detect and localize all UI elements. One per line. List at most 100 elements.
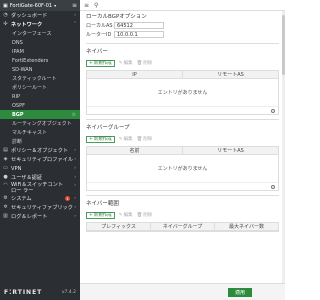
settings-icon[interactable] <box>271 108 275 113</box>
sidebar-item-system[interactable]: ⚙ システム 1 › <box>0 194 80 203</box>
apply-button[interactable]: 適用 <box>228 288 252 297</box>
chevron-right-icon: › <box>74 157 76 162</box>
sidebar-subitem-label: マルチキャスト <box>12 130 48 136</box>
column-header-max-neighbors[interactable]: 最大ネイバー数 <box>215 223 278 230</box>
sidebar-subitem-label: IPAM <box>12 48 24 55</box>
table-header: IP リモートAS <box>87 71 278 79</box>
neighbor-group-create-button[interactable]: + 新規作成 <box>86 135 115 143</box>
search-icon[interactable]: ⚲ <box>94 2 98 9</box>
sidebar-subitem-label: ポリシールート <box>12 85 48 91</box>
neighbor-range-title: ネイバー範囲 <box>86 201 119 207</box>
menu-icon[interactable]: ≡ <box>72 2 77 9</box>
neighbor-range-delete-button[interactable]: 🗑 削除 <box>136 212 153 219</box>
sidebar-subitem-static-route[interactable]: スタティックルート <box>0 74 80 83</box>
sidebar-subitem-label: SD-WAN <box>12 66 33 73</box>
sidebar-subitem-ipam[interactable]: IPAM <box>0 47 80 56</box>
device-header[interactable]: ▣ FortiGate-60F-01 ▾ ≡ <box>0 0 80 11</box>
sidebar-item-vpn[interactable]: ▭ VPN › <box>0 164 80 173</box>
chevron-right-icon: › <box>74 214 76 219</box>
sidebar-subitem-bgp[interactable]: BGP ☆ <box>0 110 80 119</box>
fabric-icon: ✲ <box>3 204 8 210</box>
neighbor-group-edit-button[interactable]: ✎ 編集 <box>118 136 133 143</box>
neighbor-range-table: プレフィックス ネイバーグループ 最大ネイバー数 <box>86 222 279 232</box>
local-as-input[interactable]: 64512 <box>114 22 164 29</box>
device-name: FortiGate-60F-01 <box>9 2 53 9</box>
shield-icon: ◈ <box>3 156 8 162</box>
button-label: 削除 <box>143 137 153 142</box>
sidebar-item-dashboard[interactable]: ◔ ダッシュボード › <box>0 11 80 20</box>
chevron-right-icon: › <box>74 196 76 201</box>
chevron-down-icon: ▾ <box>54 3 57 8</box>
column-header-remote-as[interactable]: リモートAS <box>183 147 278 154</box>
scrollbar[interactable] <box>282 11 285 283</box>
sidebar-subitem-label: スタティックルート <box>12 76 57 82</box>
column-header-prefix[interactable]: プレフィックス <box>87 223 151 230</box>
notification-badge: 1 <box>65 196 70 201</box>
table-header: プレフィックス ネイバーグループ 最大ネイバー数 <box>87 223 278 231</box>
sidebar-item-log-report[interactable]: ▥ ログ＆レポート › <box>0 212 80 221</box>
sidebar-item-policy-objects[interactable]: ▤ ポリシー＆オブジェクト › <box>0 146 80 155</box>
column-header-neighbor-group[interactable]: ネイバーグループ <box>151 223 215 230</box>
scrollbar-thumb[interactable] <box>282 15 285 75</box>
pencil-icon: ✎ <box>118 136 123 142</box>
sidebar-subitem-diagnostics[interactable]: 診断 <box>0 137 80 146</box>
settings-icon[interactable] <box>271 184 275 189</box>
sidebar-subitem-policy-route[interactable]: ポリシールート <box>0 83 80 92</box>
plus-icon: + <box>89 60 93 66</box>
neighbor-group-title: ネイバーグループ <box>86 125 130 131</box>
sidebar-item-user-auth[interactable]: ● ユーザ＆認証 › <box>0 173 80 182</box>
menu-icon[interactable]: ≡ <box>84 2 89 9</box>
version-label: v7.4.2 <box>61 289 76 295</box>
sidebar-footer: F⁚RTINET v7.4.2 <box>0 284 80 300</box>
trash-icon: 🗑 <box>136 212 143 218</box>
sidebar-subitem-interface[interactable]: インターフェース <box>0 29 80 38</box>
button-label: 削除 <box>143 61 153 66</box>
neighbor-table: IP リモートAS エントリがありません <box>86 70 279 115</box>
sidebar-item-label: セキュリティファブリック <box>11 205 73 211</box>
sidebar-item-label: システム <box>11 196 32 202</box>
sidebar-item-label: ポリシー＆オブジェクト <box>11 148 69 154</box>
sidebar-subitem-sdwan[interactable]: SD-WAN <box>0 65 80 74</box>
neighbor-range-edit-button[interactable]: ✎ 編集 <box>119 212 133 219</box>
chevron-right-icon: › <box>74 175 76 180</box>
column-header-ip[interactable]: IP <box>87 71 183 78</box>
button-label: 削除 <box>143 213 153 218</box>
sidebar-item-wifi-switch[interactable]: ◠ WiFi＆スイッチコントロー ラー › <box>0 182 80 194</box>
policy-icon: ▤ <box>3 147 8 153</box>
neighbor-delete-button[interactable]: 🗑 削除 <box>136 60 153 67</box>
sidebar-subitem-label: RIP <box>12 93 20 100</box>
button-label: 新規作成 <box>93 137 112 142</box>
trash-icon: 🗑 <box>136 60 143 66</box>
sidebar-subitem-rip[interactable]: RIP <box>0 92 80 101</box>
sidebar-item-security-fabric[interactable]: ✲ セキュリティファブリック › <box>0 203 80 212</box>
neighbor-edit-button[interactable]: ✎ 編集 <box>119 60 133 67</box>
neighbor-range-create-button[interactable]: + 新規作成 <box>86 211 115 219</box>
chevron-right-icon: › <box>74 183 76 188</box>
router-id-input[interactable]: 10.0.0.1 <box>114 31 164 38</box>
gear-icon: ⚙ <box>3 195 8 201</box>
local-as-row: ローカルAS 64512 <box>86 21 279 30</box>
sidebar-subitem-multicast[interactable]: マルチキャスト <box>0 128 80 137</box>
button-label: 編集 <box>123 213 133 218</box>
sidebar-subitem-fortiextenders[interactable]: FortiExtenders <box>0 56 80 65</box>
column-header-remote-as[interactable]: リモートAS <box>183 71 278 78</box>
sidebar-subitem-routing-objects[interactable]: ルーティングオブジェクト <box>0 119 80 128</box>
button-label: 新規作成 <box>93 213 112 218</box>
sidebar-subitem-ospf[interactable]: OSPF <box>0 101 80 110</box>
star-icon[interactable]: ☆ <box>72 112 76 118</box>
divider <box>86 195 279 196</box>
sidebar-subitem-label: FortiExtenders <box>12 57 49 64</box>
column-header-name[interactable]: 名前 <box>87 147 183 154</box>
empty-message: エントリがありません <box>87 79 278 107</box>
sidebar-subitem-dns[interactable]: DNS <box>0 38 80 47</box>
sidebar-item-security-profiles[interactable]: ◈ セキュリティプロファイル › <box>0 155 80 164</box>
empty-message: エントリがありません <box>87 155 278 183</box>
chevron-right-icon: › <box>74 148 76 153</box>
sidebar-item-network[interactable]: ✣ ネットワーク ˅ <box>0 20 80 29</box>
router-id-label: ルーターID <box>86 32 112 38</box>
neighbor-group-toolbar: + 新規作成 ✎ 編集 🗑 削除 <box>86 134 279 144</box>
neighbor-create-button[interactable]: + 新規作成 <box>86 59 115 67</box>
table-header: 名前 リモートAS <box>87 147 278 155</box>
neighbor-toolbar: + 新規作成 ✎ 編集 🗑 削除 <box>86 58 279 68</box>
neighbor-group-delete-button[interactable]: 🗑 削除 <box>137 136 153 143</box>
